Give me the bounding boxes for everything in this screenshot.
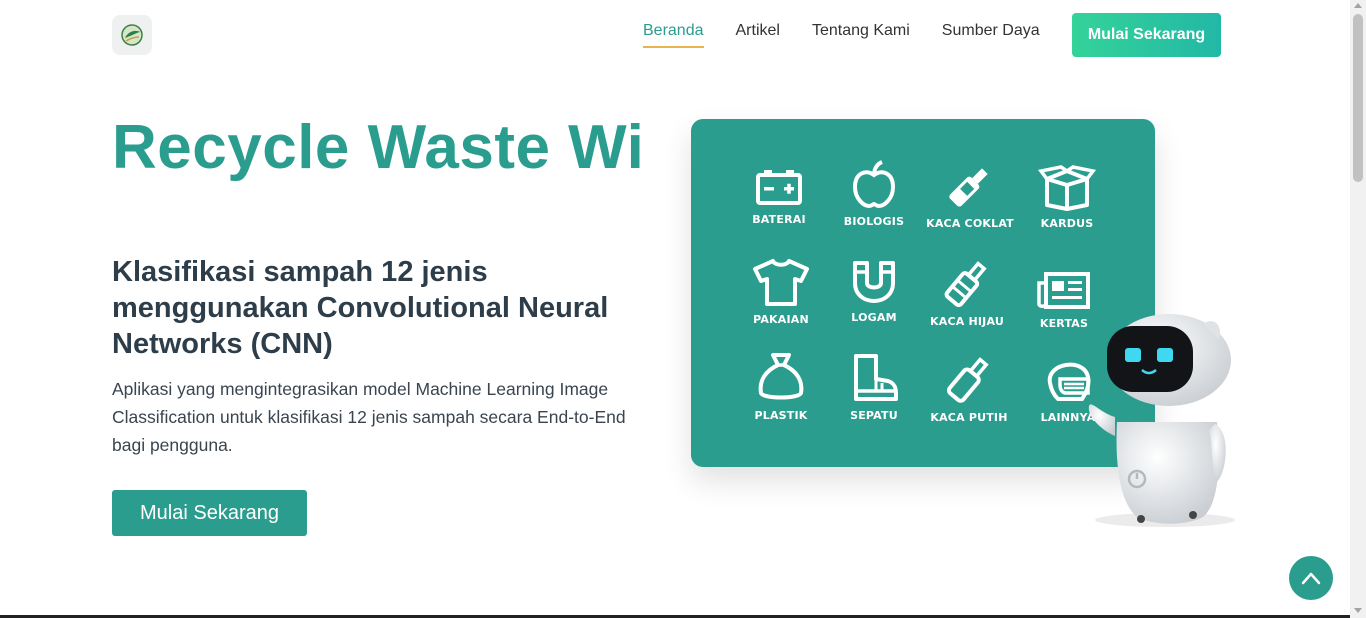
nav-links: Beranda Artikel Tentang Kami Sumber Daya [643,22,1040,48]
category-label: PAKAIAN [753,313,809,326]
bottle-icon [944,261,987,308]
navbar: Beranda Artikel Tentang Kami Sumber Daya… [0,0,1350,68]
hero-title: Recycle Waste Wi [112,113,645,182]
bottle-icon [949,168,988,207]
category-label: KACA PUTIH [930,411,1008,424]
nav-link-tentang-kami[interactable]: Tentang Kami [812,22,910,48]
boot-icon [854,354,898,401]
category-kaca-putih: KACA PUTIH [919,353,1019,424]
magnet-icon [853,261,895,303]
category-label: PLASTIK [754,409,808,422]
category-kaca-hijau: KACA HIJAU [917,257,1017,328]
shirt-icon [753,259,809,306]
category-label: BIOLOGIS [843,215,905,228]
category-label: BATERAI [752,213,806,226]
get-started-nav-button[interactable]: Mulai Sekarang [1072,13,1221,57]
category-biologis: BIOLOGIS [824,159,924,228]
category-label: SEPATU [850,409,898,422]
nav-link-sumber-daya[interactable]: Sumber Daya [942,22,1040,48]
battery-icon [756,170,802,205]
apple-icon [852,160,896,209]
bag-icon [758,353,804,400]
nav-link-beranda[interactable]: Beranda [643,22,704,48]
get-started-button[interactable]: Mulai Sekarang [112,490,307,536]
category-plastik: PLASTIK [731,351,831,422]
category-logam: LOGAM [824,259,924,324]
category-label: KACA HIJAU [930,315,1004,328]
newspaper-icon [1037,272,1090,309]
hero-subtitle: Klasifikasi sampah 12 jenis menggunakan … [112,256,609,360]
category-kardus: KARDUS [1017,165,1117,230]
scroll-up-arrow-icon[interactable] [1354,3,1362,8]
category-label: KARDUS [1040,217,1094,230]
category-sepatu: SEPATU [824,353,924,422]
scroll-down-arrow-icon[interactable] [1354,608,1362,613]
category-baterai: BATERAI [729,167,829,226]
chevron-up-icon [1301,572,1321,585]
logo[interactable] [112,15,152,55]
scrollbar-thumb[interactable] [1353,14,1363,182]
category-kaca-coklat: KACA COKLAT [920,161,1020,230]
category-label: LOGAM [851,311,897,324]
robot-illustration [1088,314,1235,527]
box-icon [1037,165,1097,211]
leaf-globe-icon [121,24,143,46]
bottle-icon [946,357,989,403]
scrollbar[interactable] [1350,0,1366,618]
hero-description: Aplikasi yang mengintegrasikan model Mac… [112,379,626,455]
scroll-to-top-button[interactable] [1289,556,1333,600]
category-pakaian: PAKAIAN [731,257,831,326]
nav-link-artikel[interactable]: Artikel [736,22,780,48]
category-label: KACA COKLAT [926,217,1014,230]
